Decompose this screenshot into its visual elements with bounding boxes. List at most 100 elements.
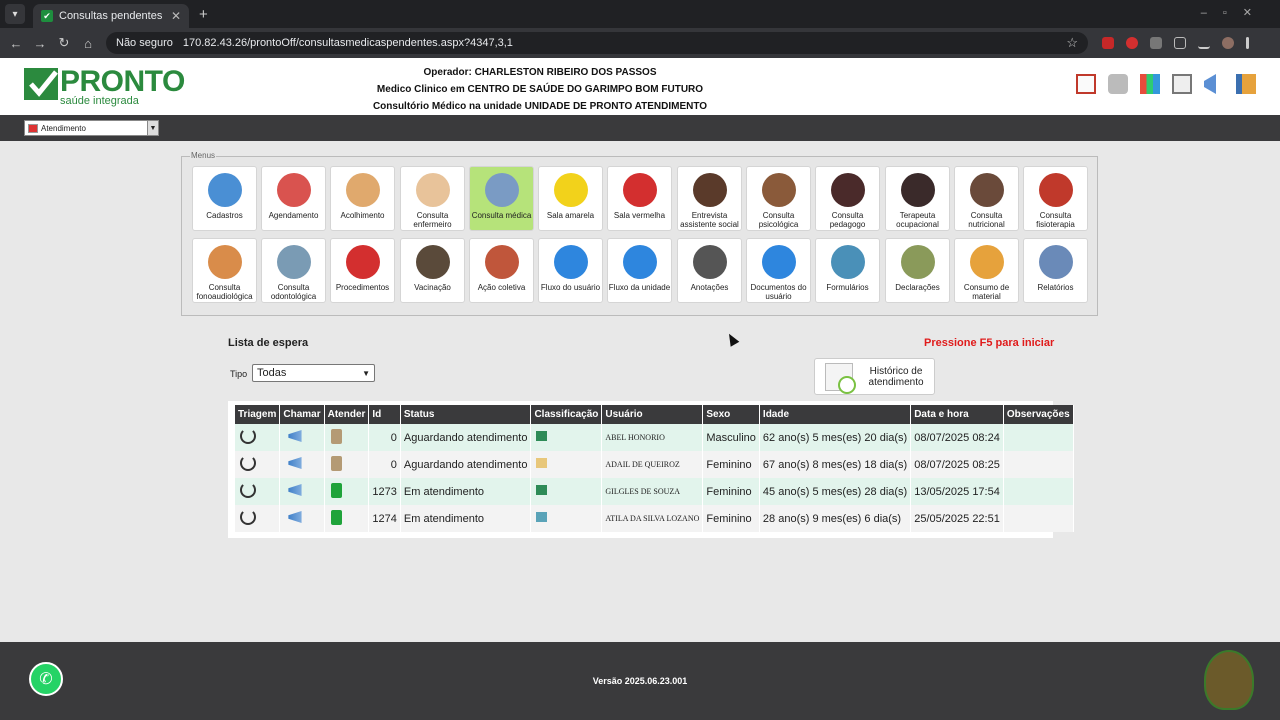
menu-consulta-enfermeiro[interactable]: Consulta enfermeiro: [400, 166, 465, 231]
extension-icon[interactable]: [1126, 37, 1138, 49]
clipboard-icon[interactable]: [330, 455, 342, 471]
back-icon[interactable]: ←: [4, 36, 28, 51]
menu-anotacoes[interactable]: Anotações: [677, 238, 742, 303]
classification-cell: [530, 478, 603, 505]
megaphone-icon[interactable]: [288, 430, 302, 442]
monitor-icon[interactable]: [1172, 74, 1192, 94]
anotacoes-icon: [692, 245, 727, 279]
menus-legend: Menus: [190, 151, 217, 160]
megaphone-icon[interactable]: [288, 511, 302, 523]
tab-search-button[interactable]: ▾: [5, 4, 25, 24]
tipo-select-value: Todas: [257, 367, 287, 379]
megaphone-icon[interactable]: [288, 484, 302, 496]
megaphone-icon[interactable]: [1204, 74, 1216, 94]
table-row[interactable]: 0 Aguardando atendimento ADAIL DE QUEIROZ F…: [235, 451, 1074, 478]
relatorios-icon: [1038, 245, 1073, 279]
idade-cell: 62 ano(s) 5 mes(es) 20 dia(s): [759, 424, 912, 451]
menu-declaracoes[interactable]: Declarações: [885, 238, 950, 303]
menu-label: Consulta nutricional: [968, 211, 1005, 229]
history-button[interactable]: Histórico de atendimento: [814, 358, 935, 395]
triagem-cell: [235, 424, 281, 451]
menu-consulta-fisioterapia[interactable]: Consulta fisioterapia: [1023, 166, 1088, 231]
download-icon[interactable]: [1198, 37, 1210, 49]
table-row[interactable]: 0 Aguardando atendimento ABEL HONORIO Mascu…: [235, 424, 1074, 451]
menu-consulta-medica[interactable]: Consulta médica: [469, 166, 534, 231]
logout-icon[interactable]: [1236, 74, 1256, 94]
user-cell: ABEL HONORIO: [601, 424, 704, 451]
sexo-cell: Feminino: [702, 451, 760, 478]
menu-formularios[interactable]: Formulários: [815, 238, 880, 303]
menu-consulta-pedagogo[interactable]: Consulta pedagogo: [815, 166, 880, 231]
menu-agendamento[interactable]: Agendamento: [261, 166, 326, 231]
id-cell: 1274: [368, 505, 401, 532]
menu-consulta-fonoaudiologica[interactable]: Consulta fonoaudiológica: [192, 238, 257, 303]
camera-icon[interactable]: [1108, 74, 1128, 94]
window-controls[interactable]: –▫✕: [1201, 6, 1268, 19]
menu-sala-amarela[interactable]: Sala amarela: [538, 166, 603, 231]
menu-acolhimento[interactable]: Acolhimento: [330, 166, 395, 231]
operator-role: Medico Clinico em CENTRO DE SAÚDE DO GAR…: [376, 84, 704, 95]
documentos-do-usuario-icon: [761, 245, 796, 279]
datetime-cell: 08/07/2025 08:24: [910, 424, 1004, 451]
menu-cadastros[interactable]: Cadastros: [192, 166, 257, 231]
coat-of-arms-icon: [1204, 650, 1254, 710]
table-row[interactable]: 1274 Em atendimento ATILA DA SILVA LOZANO F…: [235, 505, 1074, 532]
tipo-select[interactable]: Todas ▼: [252, 364, 375, 382]
menu-vacinacao[interactable]: Vacinação: [400, 238, 465, 303]
refresh-icon[interactable]: [240, 509, 256, 525]
browser-menu-icon[interactable]: [1246, 37, 1249, 49]
home-icon[interactable]: ⌂: [76, 36, 100, 51]
bar-chart-icon[interactable]: [1140, 74, 1160, 94]
bookmark-star-icon[interactable]: ☆: [1066, 35, 1078, 51]
presentation-icon[interactable]: [1076, 74, 1096, 94]
menu-documentos-do-usuario[interactable]: Documentos do usuário: [746, 238, 811, 303]
history-clock-icon: [825, 362, 857, 394]
new-tab-button[interactable]: +: [199, 6, 208, 23]
waiting-list-title: Lista de espera: [228, 337, 309, 349]
refresh-icon[interactable]: [240, 455, 256, 471]
browser-tab[interactable]: ✔ Consultas pendentes ✕: [33, 4, 189, 28]
refresh-icon[interactable]: [240, 482, 256, 498]
megaphone-icon[interactable]: [288, 457, 302, 469]
menu-consulta-odontologica[interactable]: Consulta odontológica: [261, 238, 326, 303]
col-classificacao: Classificação: [530, 405, 603, 424]
menu-sala-vermelha[interactable]: Sala vermelha: [607, 166, 672, 231]
menu-fluxo-da-unidade[interactable]: Fluxo da unidade: [607, 238, 672, 303]
close-tab-icon[interactable]: ✕: [171, 9, 181, 23]
datetime-cell: 13/05/2025 17:54: [910, 478, 1004, 505]
chevron-down-icon[interactable]: ▼: [147, 121, 158, 135]
table-row[interactable]: 1273 Em atendimento GILGLES DE SOUZA Femini…: [235, 478, 1074, 505]
not-secure-badge[interactable]: Não seguro: [116, 37, 173, 49]
url-input[interactable]: Não seguro 170.82.43.26/prontoOff/consul…: [106, 32, 1088, 54]
menu-label: Consulta fisioterapia: [1036, 211, 1075, 229]
refresh-icon[interactable]: [240, 428, 256, 444]
user-cell: GILGLES DE SOUZA: [601, 478, 704, 505]
menu-entrevista-assistente-social[interactable]: Entrevista assistente social: [677, 166, 742, 231]
consulta-fonoaudiologica-icon: [207, 245, 242, 279]
profile-avatar-icon[interactable]: [1222, 37, 1234, 49]
menu-label: Cadastros: [206, 211, 243, 220]
puzzle-icon[interactable]: [1174, 37, 1186, 49]
reload-icon[interactable]: ↻: [52, 35, 76, 51]
clipboard-icon[interactable]: [330, 428, 342, 444]
menu-relatorios[interactable]: Relatórios: [1023, 238, 1088, 303]
forward-icon[interactable]: →: [28, 36, 52, 51]
operator-unit: Consultório Médico na unidade UNIDADE DE…: [372, 101, 708, 112]
app-header: PRONTO saúde integrada Operador: CHARLES…: [0, 58, 1280, 115]
menu-procedimentos[interactable]: Procedimentos: [330, 238, 395, 303]
entrevista-assistente-social-icon: [692, 173, 727, 207]
clipboard-icon[interactable]: [330, 482, 342, 498]
menu-consumo-de-material[interactable]: Consumo de material: [954, 238, 1019, 303]
consulta-medica-icon: [484, 173, 519, 207]
menu-consulta-psicologica[interactable]: Consulta psicológica: [746, 166, 811, 231]
user-cell: ATILA DA SILVA LOZANO: [601, 505, 704, 532]
menu-consulta-nutricional[interactable]: Consulta nutricional: [954, 166, 1019, 231]
menus-panel: Menus Cadastros Agendamento Acolhimento Con…: [181, 151, 1098, 316]
menu-terapeuta-ocupacional[interactable]: Terapeuta ocupacional: [885, 166, 950, 231]
extension-icon[interactable]: [1102, 37, 1114, 49]
menu-fluxo-do-usuario[interactable]: Fluxo do usuário: [538, 238, 603, 303]
menu-acao-coletiva[interactable]: Ação coletiva: [469, 238, 534, 303]
clipboard-icon[interactable]: [330, 509, 342, 525]
module-select[interactable]: Atendimento ▼: [24, 120, 159, 136]
extension-icon[interactable]: [1150, 37, 1162, 49]
